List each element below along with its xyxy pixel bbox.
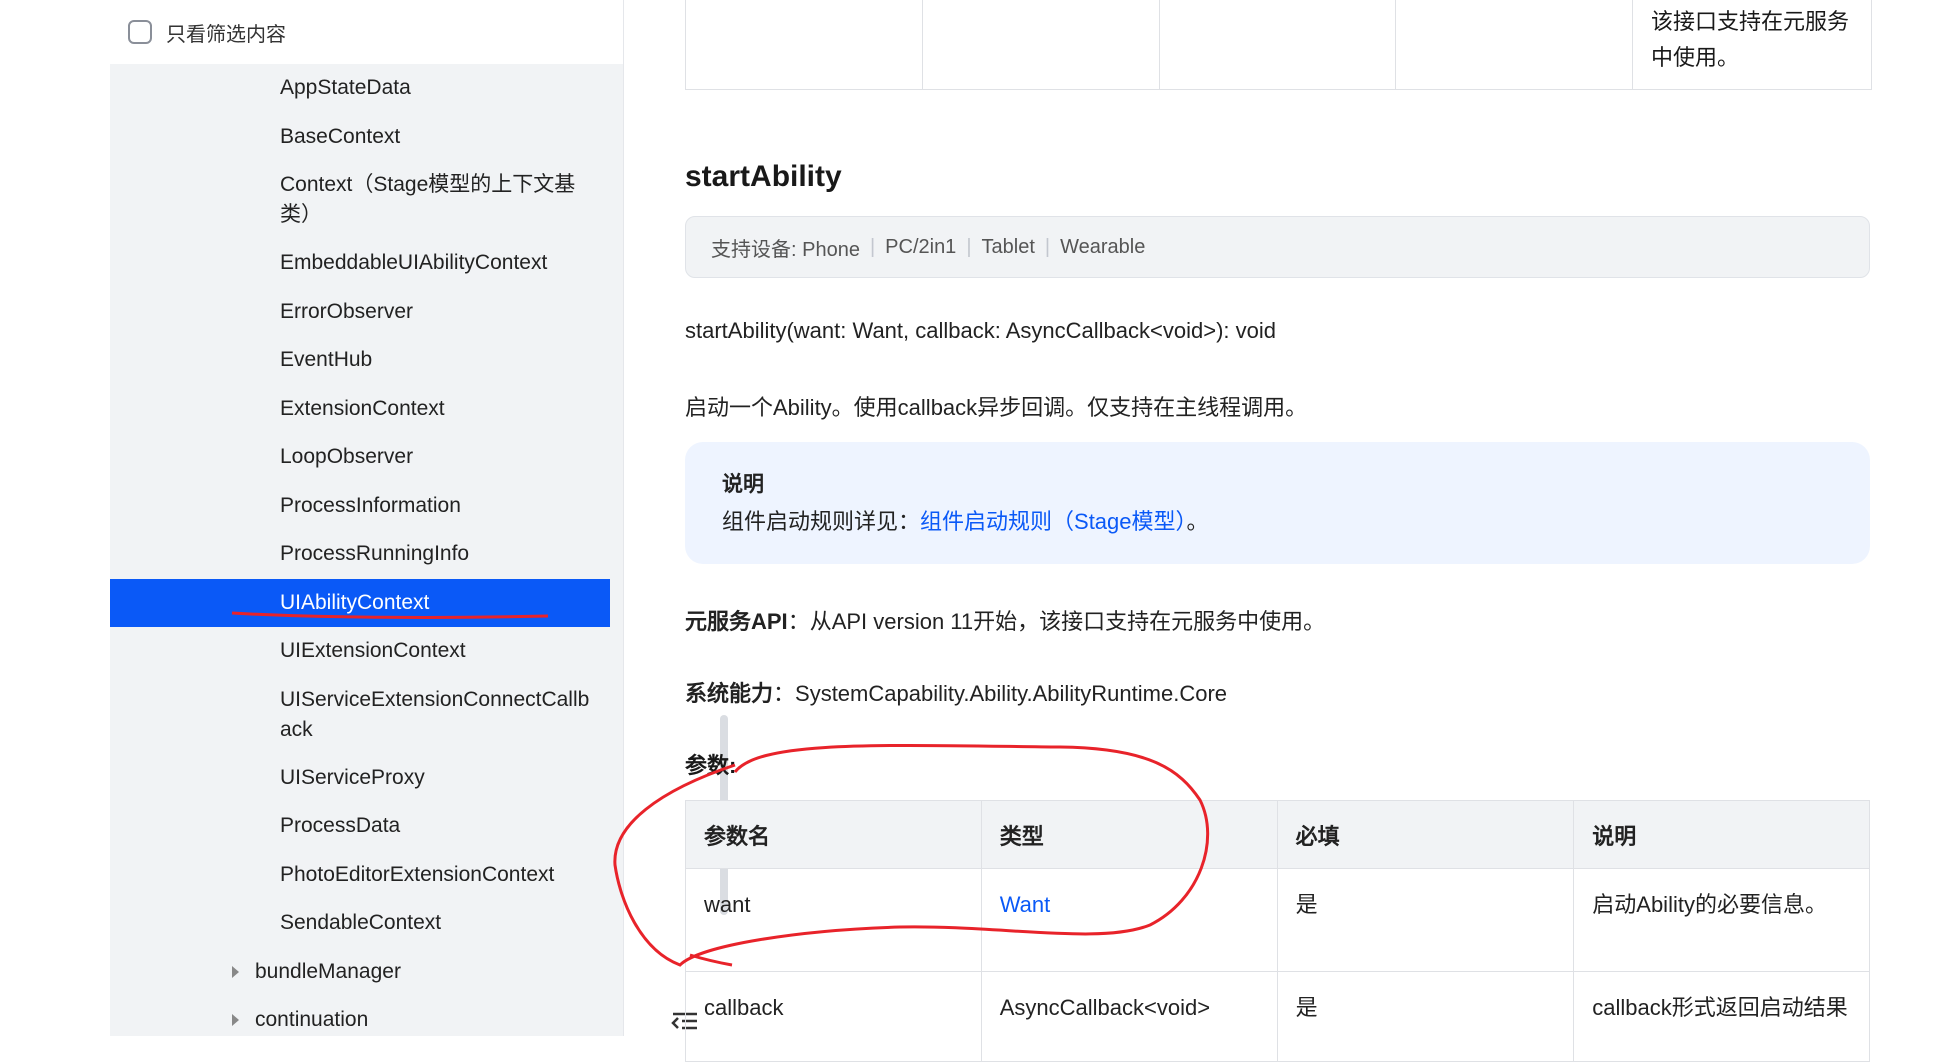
- component-start-rules-link[interactable]: 组件启动规则（Stage模型）: [920, 509, 1187, 534]
- api-signature: startAbility(want: Want, callback: Async…: [685, 318, 1276, 343]
- supported-devices-bar: 支持设备: Phone | PC/2in1 | Tablet | Wearabl…: [685, 216, 1870, 278]
- filter-row[interactable]: 只看筛选内容: [110, 0, 623, 64]
- param-required: 是: [1276, 971, 1575, 1062]
- nav-item-process-running-info[interactable]: ProcessRunningInfo: [110, 530, 610, 579]
- previous-table-tail: 该接口支持在元服务中使用。: [685, 0, 1872, 90]
- nav-item-loop-observer[interactable]: LoopObserver: [110, 433, 610, 482]
- nav-tree: AppStateData BaseContext Context（Stage模型…: [110, 64, 610, 1045]
- nav-item-eventhub[interactable]: EventHub: [110, 336, 610, 385]
- atomic-service-line: 元服务API：从API version 11开始，该接口支持在元服务中使用。: [685, 609, 1326, 634]
- system-capability-line: 系统能力：SystemCapability.Ability.AbilityRun…: [685, 681, 1228, 706]
- param-name: callback: [685, 971, 982, 1062]
- nav-item-process-information[interactable]: ProcessInformation: [110, 482, 610, 531]
- expand-caret-icon[interactable]: [232, 1014, 239, 1027]
- separator: |: [869, 235, 876, 258]
- table-header-row: 参数名 类型 必填 说明: [685, 800, 1870, 869]
- note-body: 组件启动规则详见：组件启动规则（Stage模型）。: [722, 509, 1209, 534]
- table-row: want Want 是 启动Ability的必要信息。: [685, 868, 1870, 972]
- nav-item-process-data[interactable]: ProcessData: [110, 802, 610, 851]
- header-required: 必填: [1276, 800, 1575, 869]
- previous-table-cell: 该接口支持在元服务中使用。: [1651, 9, 1850, 70]
- nav-item-uiservice-extension-connect-callback[interactable]: UIServiceExtensionConnectCallback: [110, 676, 610, 754]
- devices-label: 支持设备: Phone: [711, 238, 860, 261]
- nav-item-extension-context[interactable]: ExtensionContext: [110, 385, 610, 434]
- nav-item-embeddable-uiability-context[interactable]: EmbeddableUIAbilityContext: [110, 239, 610, 288]
- header-type: 类型: [980, 800, 1278, 869]
- device-tablet: Tablet: [981, 235, 1035, 258]
- param-type: AsyncCallback<void>: [980, 971, 1278, 1062]
- nav-item-bundle-manager[interactable]: bundleManager: [110, 948, 610, 997]
- want-type-link[interactable]: Want: [1000, 892, 1051, 917]
- device-pc: PC/2in1: [885, 235, 957, 258]
- note-title: 说明: [722, 473, 764, 496]
- params-table: 参数名 类型 必填 说明 want Want 是 启动Ability的必要信息。…: [685, 800, 1870, 1062]
- nav-item-uiextension-context[interactable]: UIExtensionContext: [110, 627, 610, 676]
- device-wearable: Wearable: [1060, 235, 1146, 258]
- nav-item-appstatedata[interactable]: AppStateData: [110, 64, 610, 113]
- nav-item-error-observer[interactable]: ErrorObserver: [110, 288, 610, 337]
- param-name: want: [685, 868, 982, 972]
- note-box: 说明 组件启动规则详见：组件启动规则（Stage模型）。: [685, 442, 1870, 564]
- param-type: Want: [980, 868, 1278, 972]
- api-description: 启动一个Ability。使用callback异步回调。仅支持在主线程调用。: [685, 395, 1308, 420]
- separator: |: [1044, 235, 1051, 258]
- nav-item-continuation[interactable]: continuation: [110, 996, 610, 1045]
- nav-item-context[interactable]: Context（Stage模型的上下文基类）: [110, 161, 610, 239]
- sidebar: 只看筛选内容 AppStateData BaseContext Context（…: [110, 0, 728, 1036]
- header-param-name: 参数名: [685, 800, 982, 869]
- nav-item-sendable-context[interactable]: SendableContext: [110, 899, 610, 948]
- param-desc: 启动Ability的必要信息。: [1573, 868, 1870, 972]
- table-row: callback AsyncCallback<void> 是 callback形…: [685, 971, 1870, 1062]
- param-required: 是: [1276, 868, 1575, 972]
- expand-caret-icon[interactable]: [232, 965, 239, 978]
- nav-item-uiservice-proxy[interactable]: UIServiceProxy: [110, 754, 610, 803]
- param-desc: callback形式返回启动结果: [1573, 971, 1870, 1062]
- nav-item-photo-editor-extension-context[interactable]: PhotoEditorExtensionContext: [110, 851, 610, 900]
- api-title: startAbility: [685, 160, 842, 193]
- nav-item-basecontext[interactable]: BaseContext: [110, 113, 610, 162]
- filter-label: 只看筛选内容: [166, 23, 286, 46]
- separator: |: [966, 235, 972, 258]
- filter-checkbox[interactable]: [128, 20, 152, 44]
- nav-item-uiability-context[interactable]: UIAbilityContext: [110, 578, 610, 627]
- params-label: 参数:: [685, 753, 737, 778]
- header-description: 说明: [1573, 800, 1870, 869]
